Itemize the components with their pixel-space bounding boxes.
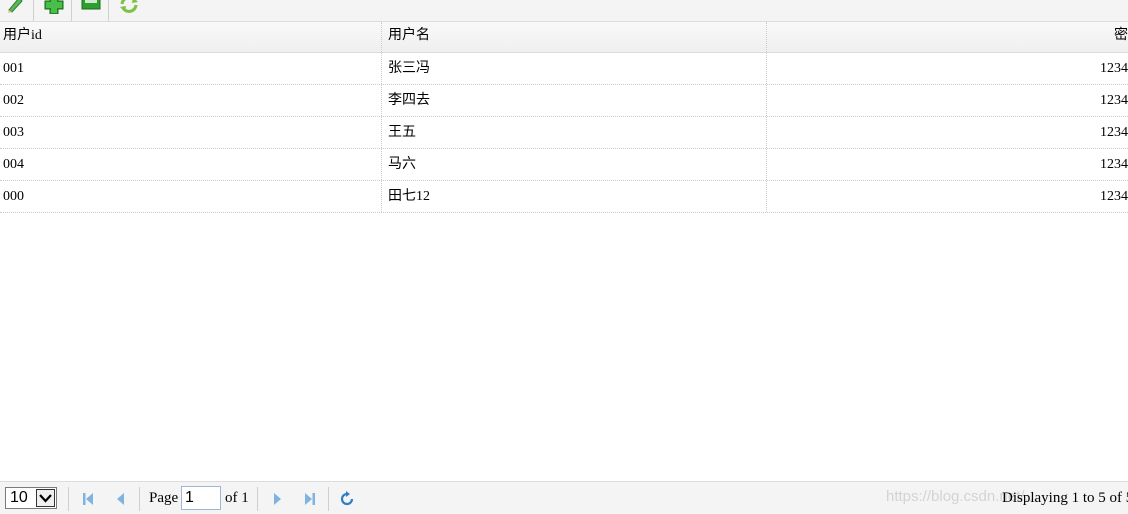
cell-password: 1234 xyxy=(1100,93,1128,108)
column-divider[interactable] xyxy=(766,22,767,52)
cell-divider xyxy=(766,117,767,148)
cell-divider xyxy=(766,181,767,212)
display-info: Displaying 1 to 5 of 5 xyxy=(1002,490,1128,506)
save-icon[interactable] xyxy=(79,0,103,14)
cell-username: 王五 xyxy=(388,125,416,140)
cell-user-id: 000 xyxy=(3,189,24,204)
toolbar-separator xyxy=(33,0,34,21)
refresh-icon[interactable] xyxy=(339,491,355,507)
cell-divider xyxy=(381,53,382,84)
cell-username: 马六 xyxy=(388,157,416,172)
first-page-icon[interactable] xyxy=(80,491,96,507)
last-page-icon[interactable] xyxy=(302,491,318,507)
cell-divider xyxy=(381,181,382,212)
cell-password: 1234 xyxy=(1100,61,1128,76)
cell-username: 李四去 xyxy=(388,93,430,108)
column-divider[interactable] xyxy=(381,22,382,52)
column-header-username[interactable]: 用户名 xyxy=(382,22,766,52)
edit-pencil-icon[interactable] xyxy=(4,0,28,14)
cell-divider xyxy=(381,149,382,180)
next-page-icon[interactable] xyxy=(269,491,285,507)
cell-password: 1234 xyxy=(1100,157,1128,172)
cell-password: 1234 xyxy=(1100,189,1128,204)
previous-page-icon[interactable] xyxy=(113,491,129,507)
page-size-select[interactable]: 10 xyxy=(5,487,57,509)
page-number-input[interactable]: 1 xyxy=(181,486,221,510)
pagination-bar: 10 Page 1 of 1 https://blog.csdn.net/...… xyxy=(0,481,1128,514)
data-grid: 用户id 用户名 密 001 张三冯 1234 002 李四去 1234 003… xyxy=(0,22,1128,213)
table-row[interactable]: 000 田七12 1234 xyxy=(0,181,1128,213)
column-header-user-id[interactable]: 用户id xyxy=(0,22,381,52)
toolbar-separator xyxy=(71,0,72,21)
pager-separator xyxy=(257,487,258,511)
pager-separator xyxy=(68,487,69,511)
cell-user-id: 004 xyxy=(3,157,24,172)
table-row[interactable]: 003 王五 1234 xyxy=(0,117,1128,149)
table-row[interactable]: 002 李四去 1234 xyxy=(0,85,1128,117)
grid-header: 用户id 用户名 密 xyxy=(0,22,1128,53)
cell-user-id: 002 xyxy=(3,93,24,108)
table-row[interactable]: 001 张三冯 1234 xyxy=(0,53,1128,85)
cell-password: 1234 xyxy=(1100,125,1128,140)
toolbar-separator xyxy=(108,0,109,21)
cell-divider xyxy=(766,85,767,116)
cell-username: 张三冯 xyxy=(388,61,430,76)
page-size-value: 10 xyxy=(10,489,28,506)
page-label: Page xyxy=(149,490,179,506)
add-plus-icon[interactable] xyxy=(42,0,66,15)
cell-divider xyxy=(766,53,767,84)
toolbar xyxy=(0,0,1128,22)
cell-divider xyxy=(766,149,767,180)
pager-separator xyxy=(139,487,140,511)
cell-divider xyxy=(381,85,382,116)
cell-divider xyxy=(381,117,382,148)
column-header-password[interactable]: 密 xyxy=(767,22,1128,52)
pager-separator xyxy=(328,487,329,511)
cell-user-id: 001 xyxy=(3,61,24,76)
page-count-label: of 1 xyxy=(225,490,249,506)
cell-username: 田七12 xyxy=(388,189,430,204)
reload-icon[interactable] xyxy=(117,0,141,14)
cell-user-id: 003 xyxy=(3,125,24,140)
chevron-down-icon[interactable] xyxy=(36,489,55,507)
table-row[interactable]: 004 马六 1234 xyxy=(0,149,1128,181)
